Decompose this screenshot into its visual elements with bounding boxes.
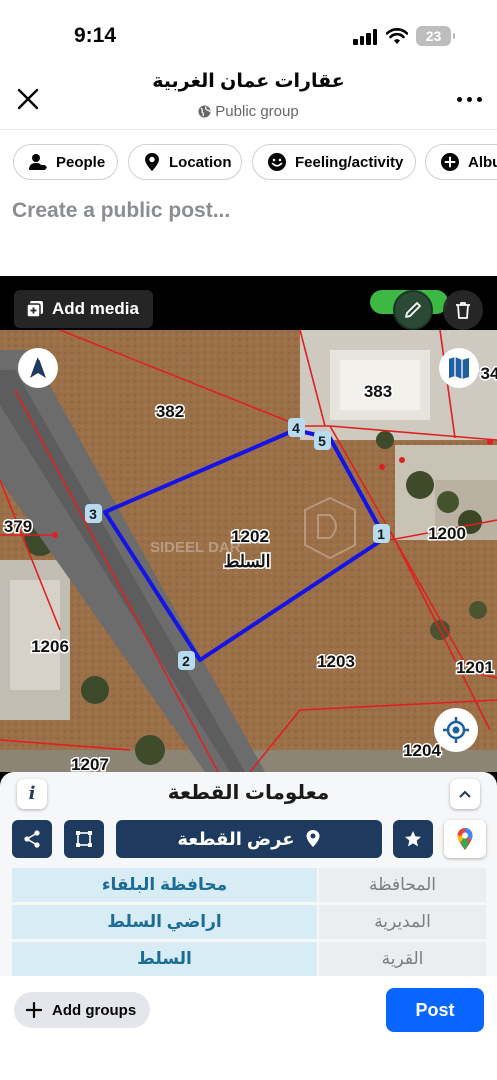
feeling-activity-label: Feeling/activity [295, 153, 404, 171]
share-button[interactable] [12, 820, 52, 858]
svg-text:4: 4 [292, 420, 300, 436]
vertex-marker-1: 1 [373, 524, 390, 543]
add-media-icon [26, 301, 43, 318]
vertex-marker-3: 3 [85, 504, 102, 523]
chevron-up-icon [459, 790, 471, 798]
add-groups-button[interactable]: Add groups [14, 992, 151, 1028]
panel-title: معلومات القطعة [167, 782, 330, 804]
parcel-1201: 1201 [456, 658, 494, 677]
parcel-1204: 1204 [403, 741, 441, 760]
svg-text:1: 1 [377, 526, 385, 542]
parcel-1207: 1207 [71, 755, 109, 772]
battery-icon: 23 [416, 26, 455, 46]
governorate-value: محافظة البلقاء [12, 868, 317, 902]
parcel-34: 34 [481, 364, 497, 383]
edit-media-button[interactable] [393, 290, 433, 330]
map-layers-icon[interactable] [439, 348, 479, 388]
delete-media-button[interactable] [443, 290, 483, 330]
parcel-village-name: السلط [224, 552, 271, 571]
favorite-button[interactable] [393, 820, 433, 858]
google-maps-icon [457, 828, 473, 850]
my-location-icon[interactable] [434, 708, 478, 752]
directorate-value: اراضي السلط [12, 905, 317, 939]
smiley-icon [268, 153, 286, 171]
governorate-key: المحافظة [319, 868, 486, 902]
svg-text:5: 5 [318, 433, 326, 449]
person-tag-icon [29, 154, 47, 170]
add-circle-icon [441, 153, 459, 171]
add-media-button[interactable]: Add media [14, 290, 153, 328]
plus-icon [26, 1002, 42, 1018]
trash-icon [456, 302, 470, 319]
parcel-1200: 1200 [428, 524, 466, 543]
vertex-marker-2: 2 [178, 651, 195, 670]
parcel-map-image: SIDEEL DAR 1 2 3 4 5 382 383 1202 379 12… [0, 330, 497, 772]
post-composer-placeholder[interactable]: Create a public post... [12, 199, 230, 223]
group-title: عقارات عمان الغربية [152, 71, 345, 92]
vertex-marker-4: 4 [288, 418, 305, 437]
info-icon[interactable]: i [17, 779, 47, 809]
album-chip[interactable]: Album [425, 144, 497, 180]
feeling-activity-chip[interactable]: Feeling/activity [252, 144, 416, 180]
pencil-icon [405, 302, 421, 318]
measure-area-button[interactable] [64, 820, 104, 858]
share-icon [24, 830, 40, 848]
location-pin-icon [145, 153, 159, 171]
location-label: Location [169, 153, 232, 171]
attached-media: SIDEEL DAR 1 2 3 4 5 382 383 1202 379 12… [0, 276, 497, 976]
parcel-1202: 1202 [231, 527, 269, 546]
parcel-379: 379 [4, 517, 32, 536]
show-parcel-label: عرض القطعة [177, 828, 295, 849]
parcel-1203: 1203 [317, 652, 355, 671]
bottom-bar: Add groups Post [0, 976, 497, 1080]
svg-text:N: N [35, 353, 41, 362]
show-parcel-button[interactable]: عرض القطعة [116, 820, 382, 858]
parcel-info-panel: i معلومات القطعة عرض القطعة محافظة البلق… [0, 772, 497, 976]
wifi-icon [386, 28, 408, 44]
vertex-marker-5: 5 [314, 431, 331, 450]
people-label: People [56, 153, 106, 171]
close-icon[interactable] [14, 85, 42, 113]
more-options-icon[interactable] [455, 89, 485, 109]
post-button[interactable]: Post [386, 988, 484, 1032]
village-key: القرية [319, 942, 486, 976]
directorate-key: المديرية [319, 905, 486, 939]
group-privacy-label: Public group [215, 103, 299, 120]
parcel-1206: 1206 [31, 637, 69, 656]
info-row-governorate: محافظة البلقاء المحافظة [12, 868, 486, 902]
location-pin-icon [306, 830, 320, 847]
album-label: Album [468, 153, 497, 171]
header-divider [0, 129, 497, 130]
people-chip[interactable]: People [13, 144, 118, 180]
star-icon [405, 831, 421, 847]
status-bar: 9:14 23 [0, 0, 497, 64]
village-value: السلط [12, 942, 317, 976]
parcel-383: 383 [364, 382, 392, 401]
cellular-signal-icon [353, 29, 377, 45]
parcel-382: 382 [156, 402, 184, 421]
polygon-select-icon [76, 831, 92, 847]
location-chip[interactable]: Location [128, 144, 242, 180]
svg-text:2: 2 [182, 653, 190, 669]
status-time: 9:14 [74, 24, 117, 47]
add-media-label: Add media [52, 299, 139, 318]
svg-text:3: 3 [89, 506, 97, 522]
info-row-village: السلط القرية [12, 942, 486, 976]
add-groups-label: Add groups [52, 1001, 137, 1019]
info-row-directorate: اراضي السلط المديرية [12, 905, 486, 939]
north-compass-icon: N [18, 348, 58, 388]
globe-icon [198, 105, 211, 118]
collapse-panel-button[interactable] [450, 779, 480, 809]
group-privacy: Public group [100, 103, 397, 120]
google-maps-button[interactable] [444, 820, 486, 858]
